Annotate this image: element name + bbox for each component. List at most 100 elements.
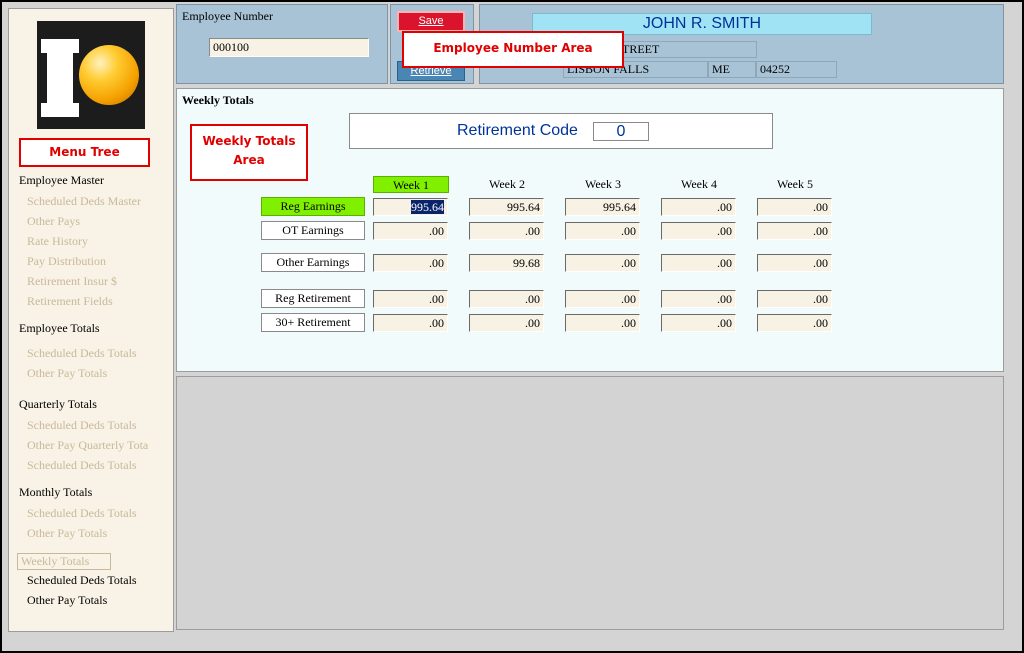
row-label[interactable]: Reg Retirement xyxy=(261,289,365,308)
menu-item[interactable]: Scheduled Deds Totals xyxy=(27,573,137,588)
row-label[interactable]: OT Earnings xyxy=(261,221,365,240)
menu-item[interactable]: Scheduled Deds Totals xyxy=(27,418,137,433)
menu-item[interactable]: Quarterly Totals xyxy=(19,397,97,412)
amount-cell[interactable]: 995.64 xyxy=(373,198,448,216)
amount-value: .00 xyxy=(621,256,636,270)
amount-value: 99.68 xyxy=(513,256,540,270)
menu-item[interactable]: Retirement Insur $ xyxy=(27,274,117,289)
week-header[interactable]: Week 4 xyxy=(661,176,737,193)
employee-street: TREET xyxy=(618,41,757,58)
amount-cell[interactable]: .00 xyxy=(565,314,640,332)
weekly-callout-line2: Area xyxy=(233,153,265,167)
amount-cell[interactable]: .00 xyxy=(757,198,832,216)
menu-item[interactable]: Monthly Totals xyxy=(19,485,92,500)
company-logo xyxy=(37,21,145,129)
menu-item[interactable]: Retirement Fields xyxy=(27,294,113,309)
amount-value: .00 xyxy=(813,256,828,270)
menu-item[interactable]: Other Pay Totals xyxy=(27,366,107,381)
amount-cell[interactable]: .00 xyxy=(565,254,640,272)
menu-item[interactable]: Scheduled Deds Master xyxy=(27,194,141,209)
menu-item[interactable]: Employee Totals xyxy=(19,321,100,336)
amount-value: .00 xyxy=(813,316,828,330)
amount-cell[interactable]: .00 xyxy=(565,290,640,308)
amount-value: 995.64 xyxy=(507,200,540,214)
amount-value: .00 xyxy=(813,292,828,306)
employee-zip: 04252 xyxy=(756,61,837,78)
amount-cell[interactable]: .00 xyxy=(469,314,544,332)
amount-cell[interactable]: .00 xyxy=(757,222,832,240)
amount-value: 995.64 xyxy=(411,200,444,214)
amount-value: .00 xyxy=(429,292,444,306)
amount-cell[interactable]: .00 xyxy=(661,314,736,332)
retirement-code-value[interactable]: 0 xyxy=(593,122,649,141)
row-label[interactable]: Reg Earnings xyxy=(261,197,365,216)
menu-item[interactable]: Other Pay Quarterly Tota xyxy=(27,438,148,453)
logo-orange-ball xyxy=(79,45,139,105)
amount-cell[interactable]: .00 xyxy=(373,290,448,308)
amount-value: .00 xyxy=(429,256,444,270)
amount-cell[interactable]: .00 xyxy=(373,314,448,332)
amount-cell[interactable]: .00 xyxy=(757,254,832,272)
week-header[interactable]: Week 1 xyxy=(373,176,449,193)
amount-cell[interactable]: .00 xyxy=(757,290,832,308)
logo-letter-i xyxy=(41,39,79,117)
weekly-totals-title: Weekly Totals xyxy=(182,93,254,107)
row-label[interactable]: Other Earnings xyxy=(261,253,365,272)
weekly-totals-callout: Weekly Totals Area xyxy=(190,124,308,181)
retirement-code-label: Retirement Code xyxy=(457,122,578,139)
amount-value: .00 xyxy=(525,316,540,330)
amount-value: .00 xyxy=(813,224,828,238)
amount-value: .00 xyxy=(429,224,444,238)
lower-empty-panel xyxy=(176,376,1004,630)
amount-value: .00 xyxy=(717,224,732,238)
menu-item[interactable]: Scheduled Deds Totals xyxy=(27,346,137,361)
amount-value: .00 xyxy=(813,200,828,214)
amount-value: .00 xyxy=(717,292,732,306)
amount-cell[interactable]: 99.68 xyxy=(469,254,544,272)
amount-cell[interactable]: .00 xyxy=(661,222,736,240)
menu-item[interactable]: Scheduled Deds Totals xyxy=(27,458,137,473)
amount-value: .00 xyxy=(717,316,732,330)
row-label[interactable]: 30+ Retirement xyxy=(261,313,365,332)
menu-item[interactable]: Employee Master xyxy=(19,173,104,188)
amount-value: .00 xyxy=(525,292,540,306)
menu-tree-panel: Menu Tree Employee Master Scheduled Deds … xyxy=(8,8,174,632)
menu-item[interactable]: Other Pay Totals xyxy=(27,593,107,608)
amount-cell[interactable]: .00 xyxy=(469,290,544,308)
amount-cell[interactable]: .00 xyxy=(661,290,736,308)
amount-value: .00 xyxy=(429,316,444,330)
employee-number-callout: Employee Number Area xyxy=(402,31,624,68)
amount-cell[interactable]: 995.64 xyxy=(565,198,640,216)
menu-item[interactable]: Pay Distribution xyxy=(27,254,106,269)
employee-number-input[interactable]: 000100 xyxy=(209,38,369,57)
employee-number-label: Employee Number xyxy=(182,9,273,23)
menu-tree-callout: Menu Tree xyxy=(19,138,150,167)
amount-value: .00 xyxy=(525,224,540,238)
employee-state: ME xyxy=(708,61,756,78)
week-header[interactable]: Week 3 xyxy=(565,176,641,193)
amount-cell[interactable]: .00 xyxy=(469,222,544,240)
week-header[interactable]: Week 2 xyxy=(469,176,545,193)
menu-item[interactable]: Other Pay Totals xyxy=(27,526,107,541)
amount-cell[interactable]: .00 xyxy=(373,222,448,240)
amount-cell[interactable]: .00 xyxy=(565,222,640,240)
amount-cell[interactable]: .00 xyxy=(373,254,448,272)
amount-value: 995.64 xyxy=(603,200,636,214)
weekly-callout-line1: Weekly Totals xyxy=(202,134,296,148)
amount-value: .00 xyxy=(717,200,732,214)
amount-value: .00 xyxy=(621,292,636,306)
amount-value: .00 xyxy=(621,316,636,330)
week-header[interactable]: Week 5 xyxy=(757,176,833,193)
amount-value: .00 xyxy=(621,224,636,238)
menu-item[interactable]: Scheduled Deds Totals xyxy=(27,506,137,521)
amount-cell[interactable]: 995.64 xyxy=(469,198,544,216)
menu-item[interactable]: Weekly Totals xyxy=(17,553,111,570)
save-button[interactable]: Save xyxy=(397,11,465,32)
amount-cell[interactable]: .00 xyxy=(757,314,832,332)
amount-value: .00 xyxy=(717,256,732,270)
amount-cell[interactable]: .00 xyxy=(661,198,736,216)
menu-item[interactable]: Rate History xyxy=(27,234,88,249)
amount-cell[interactable]: .00 xyxy=(661,254,736,272)
employee-number-panel: Employee Number 000100 xyxy=(176,4,388,84)
menu-item[interactable]: Other Pays xyxy=(27,214,80,229)
